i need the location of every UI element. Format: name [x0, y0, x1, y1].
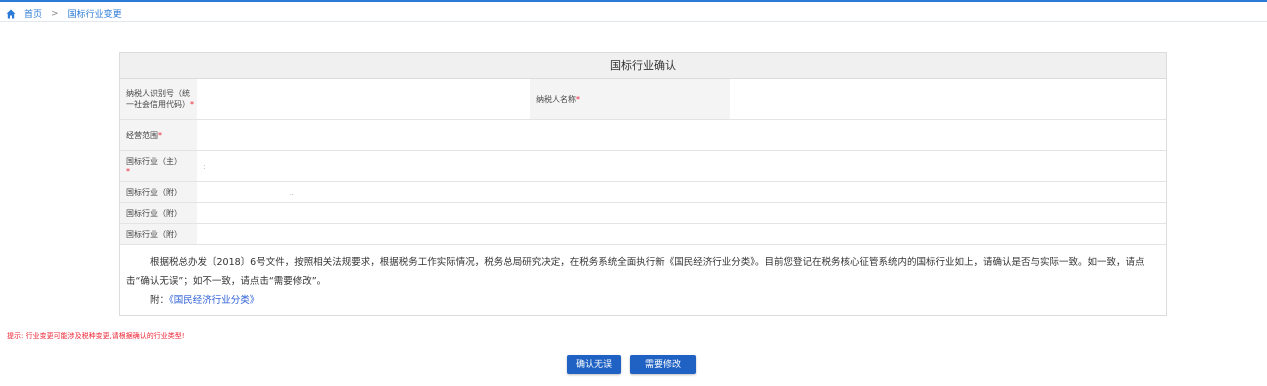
taxpayer-name-label-text: 纳税人名称 [536, 94, 576, 104]
industry-sub-label: 国标行业（附） [120, 223, 197, 245]
breadcrumb-current[interactable]: 国标行业变更 [68, 7, 122, 20]
info-table: 纳税人识别号（统一社会信用代码）* 纳税人名称* 经营范围* 国标行业（主） * … [120, 79, 1166, 245]
industry-sub-value: .. [197, 181, 1166, 203]
table-row: 纳税人识别号（统一社会信用代码）* 纳税人名称* [120, 79, 1166, 120]
industry-confirm-panel: 国标行业确认 纳税人识别号（统一社会信用代码）* 纳税人名称* 经营范围* 国标… [119, 52, 1167, 316]
industry-main-value: : [197, 150, 1166, 182]
attachment-prefix: 附： [150, 295, 170, 306]
breadcrumb: 首页 > 国标行业变更 [6, 7, 122, 20]
industry-sub-value-text: .. [289, 187, 295, 197]
top-bar: 首页 > 国标行业变更 [0, 0, 1267, 22]
home-icon[interactable] [6, 9, 16, 19]
modify-button[interactable]: 需要修改 [630, 355, 696, 374]
table-row: 国标行业（附） [120, 223, 1166, 245]
table-row: 经营范围* [120, 119, 1166, 151]
industry-main-value-text: : [203, 161, 206, 171]
action-buttons: 确认无误 需要修改 [567, 355, 696, 374]
required-mark: * [158, 130, 162, 140]
industry-main-label: 国标行业（主） * [120, 150, 197, 182]
required-mark: * [576, 94, 580, 104]
business-scope-value [197, 119, 1166, 151]
table-row: 国标行业（附） [120, 202, 1166, 224]
taxpayer-id-label-text: 纳税人识别号（统一社会信用代码） [126, 89, 190, 109]
taxpayer-name-value [730, 79, 1166, 120]
industry-sub-value [197, 223, 1166, 245]
notice-paragraph: 根据税总办发〔2018〕6号文件，按照相关法规要求，根据税务工作实际情况，税务总… [126, 257, 1145, 287]
required-mark: * [126, 167, 130, 176]
industry-sub-label: 国标行业（附） [120, 181, 197, 203]
tip-text: 提示: 行业变更可能涉及税种变更,请根据确认的行业类型! [7, 332, 185, 340]
taxpayer-id-label: 纳税人识别号（统一社会信用代码）* [120, 79, 197, 120]
table-row: 国标行业（主） * : [120, 150, 1166, 182]
table-row: 国标行业（附） .. [120, 181, 1166, 203]
business-scope-label: 经营范围* [120, 119, 197, 151]
taxpayer-name-label: 纳税人名称* [530, 79, 730, 120]
required-mark: * [190, 100, 194, 109]
breadcrumb-home-link[interactable]: 首页 [24, 7, 42, 20]
business-scope-label-text: 经营范围 [126, 130, 158, 140]
industry-main-label-text: 国标行业（主） [126, 157, 182, 166]
breadcrumb-separator: > [51, 8, 59, 19]
taxpayer-id-value [197, 79, 530, 120]
industry-sub-value [197, 202, 1166, 224]
attachment-link[interactable]: 《国民经济行业分类》 [169, 295, 259, 306]
confirm-button[interactable]: 确认无误 [567, 355, 621, 374]
panel-title: 国标行业确认 [120, 53, 1166, 79]
industry-sub-label: 国标行业（附） [120, 202, 197, 224]
notice-text: 根据税总办发〔2018〕6号文件，按照相关法规要求，根据税务工作实际情况，税务总… [120, 245, 1166, 310]
attachment-line: 附：《国民经济行业分类》 [126, 291, 1160, 310]
